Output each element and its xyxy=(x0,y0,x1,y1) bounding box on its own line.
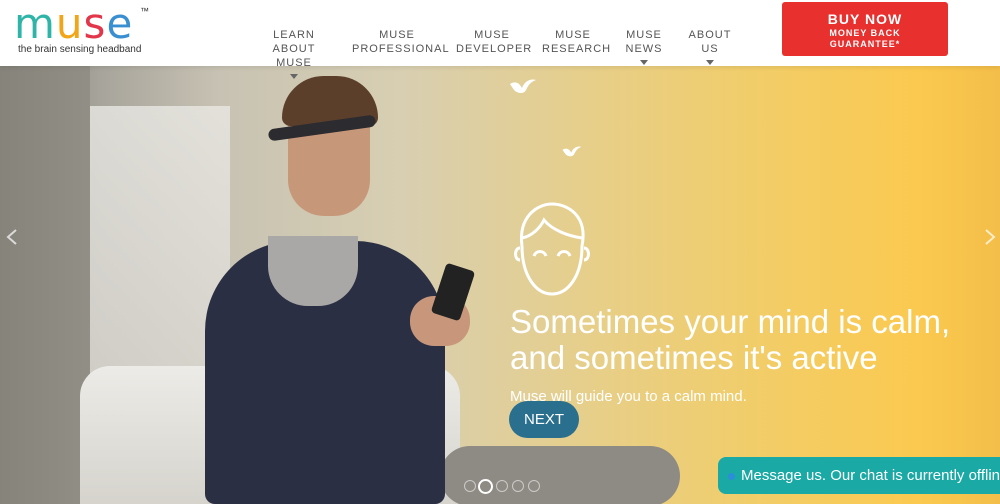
nav-label: ABOUT US xyxy=(688,29,732,55)
carousel-dot[interactable] xyxy=(496,480,508,492)
bird-icon xyxy=(562,146,582,157)
person-shirt xyxy=(268,236,358,306)
nav-muse-news[interactable]: MUSE NEWS xyxy=(622,14,666,79)
nav-muse-research[interactable]: MUSE RESEARCH xyxy=(542,14,610,56)
chat-status-icon xyxy=(728,472,735,480)
caret-down-icon xyxy=(640,60,648,65)
buy-now-label: BUY NOW xyxy=(827,11,903,27)
next-button[interactable]: NEXT xyxy=(509,401,579,438)
caret-down-icon xyxy=(290,74,298,79)
face-icon xyxy=(514,202,590,296)
caret-down-icon xyxy=(706,60,714,65)
bird-icon xyxy=(510,79,536,93)
buy-now-button[interactable]: BUY NOW MONEY BACK GUARANTEE* xyxy=(782,2,948,56)
carousel-dot[interactable] xyxy=(512,480,524,492)
hero-carousel: Sometimes your mind is calm, and sometim… xyxy=(0,66,1000,504)
guarantee-label: GUARANTEE* xyxy=(829,39,901,49)
nav-label: LEARN ABOUT MUSE xyxy=(272,29,316,69)
logo-wordmark: muse xyxy=(14,0,134,48)
person-legs xyxy=(440,446,680,504)
chevron-right-icon[interactable] xyxy=(980,228,998,246)
carousel-dot-active[interactable] xyxy=(478,479,493,494)
nav-muse-professional[interactable]: MUSE PROFESSIONAL xyxy=(352,14,449,56)
carousel-dot[interactable] xyxy=(528,480,540,492)
chevron-left-icon[interactable] xyxy=(4,228,22,246)
nav-label: MUSE DEVELOPER xyxy=(456,29,533,55)
muse-logo[interactable]: muse ™ the brain sensing headband xyxy=(14,0,154,56)
chat-label: Message us. Our chat is currently offlin… xyxy=(741,467,1000,484)
nav-learn-about-muse[interactable]: LEARN ABOUT MUSE xyxy=(252,14,336,93)
nav-label: MUSE RESEARCH xyxy=(542,29,612,55)
trademark-symbol: ™ xyxy=(140,6,149,16)
logo-tagline: the brain sensing headband xyxy=(18,44,142,55)
site-header: muse ™ the brain sensing headband LEARN … xyxy=(0,0,1000,79)
nav-label: MUSE PROFESSIONAL xyxy=(352,29,450,55)
nav-about-us[interactable]: ABOUT US xyxy=(686,14,734,79)
nav-label: MUSE NEWS xyxy=(625,29,663,55)
background-wall xyxy=(0,66,90,504)
carousel-dot[interactable] xyxy=(464,480,476,492)
nav-muse-developer[interactable]: MUSE DEVELOPER xyxy=(456,14,531,56)
chat-widget[interactable]: Message us. Our chat is currently offlin… xyxy=(718,457,1000,494)
money-back-label: MONEY BACK xyxy=(829,28,901,38)
hero-headline: Sometimes your mind is calm, and sometim… xyxy=(510,303,951,376)
